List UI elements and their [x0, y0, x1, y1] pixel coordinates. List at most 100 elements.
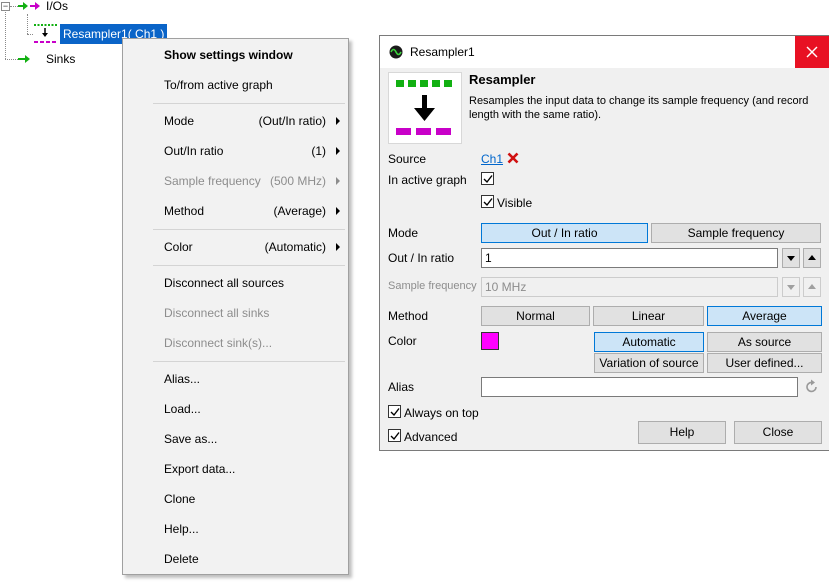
submenu-arrow-icon: [336, 207, 340, 215]
tree-line: [27, 14, 28, 34]
method-label: Method: [388, 309, 429, 323]
menu-item-value: (Out/In ratio): [258, 114, 326, 128]
close-window-button[interactable]: [795, 36, 829, 68]
menu-item-save-as[interactable]: Save as...: [123, 426, 348, 452]
method-average-button[interactable]: Average: [707, 306, 822, 326]
menu-separator: [153, 103, 345, 104]
component-heading: Resampler: [469, 72, 536, 87]
help-button[interactable]: Help: [638, 421, 726, 444]
menu-item-ratio[interactable]: Out/In ratio (1): [123, 138, 348, 164]
sample-frequency-input: 10 MHz: [481, 277, 778, 297]
tree-line: [5, 59, 18, 60]
alias-label: Alias: [388, 380, 415, 394]
menu-item-mode[interactable]: Mode (Out/In ratio): [123, 108, 348, 134]
menu-item-label: Delete: [164, 552, 199, 566]
menu-item-method[interactable]: Method (Average): [123, 198, 348, 224]
mode-ratio-button[interactable]: Out / In ratio: [481, 223, 648, 243]
method-normal-button[interactable]: Normal: [481, 306, 590, 326]
mode-sample-frequency-button[interactable]: Sample frequency: [651, 223, 821, 243]
submenu-arrow-icon: [336, 147, 340, 155]
method-linear-button[interactable]: Linear: [593, 306, 704, 326]
tree-node-label: I/Os: [46, 0, 69, 13]
menu-item-export-data[interactable]: Export data...: [123, 456, 348, 482]
menu-item-label: Out/In ratio: [164, 144, 224, 158]
chevron-down-icon: [787, 285, 795, 290]
menu-item-disconnect-sinks: Disconnect all sinks: [123, 300, 348, 326]
menu-item-label: Export data...: [164, 462, 236, 476]
always-on-top-label: Always on top: [404, 406, 479, 420]
advanced-checkbox[interactable]: [388, 429, 401, 442]
tree-line: [5, 12, 6, 59]
collapse-toggle[interactable]: −: [1, 2, 10, 11]
menu-item-label: Clone: [164, 492, 196, 506]
menu-item-value: (Automatic): [264, 240, 326, 254]
submenu-arrow-icon: [336, 243, 340, 251]
sample-frequency-decrement-button: [782, 277, 800, 297]
color-automatic-button[interactable]: Automatic: [594, 332, 704, 352]
menu-item-to-from-graph[interactable]: To/from active graph: [123, 72, 348, 98]
menu-item-label: Save as...: [164, 432, 218, 446]
menu-item-label: Method: [164, 204, 205, 218]
menu-item-color[interactable]: Color (Automatic): [123, 234, 348, 260]
menu-item-value: (Average): [273, 204, 326, 218]
color-label: Color: [388, 334, 417, 348]
ratio-decrement-button[interactable]: [782, 248, 800, 268]
menu-item-label: Mode: [164, 114, 195, 128]
dialog-title: Resampler1: [410, 45, 475, 59]
close-button[interactable]: Close: [734, 421, 822, 444]
menu-item-label: Show settings window: [164, 48, 293, 62]
menu-item-delete[interactable]: Delete: [123, 546, 348, 572]
source-link[interactable]: Ch1: [481, 152, 503, 166]
color-swatch[interactable]: [481, 332, 499, 350]
ratio-input[interactable]: 1: [481, 248, 778, 268]
always-on-top-checkbox[interactable]: [388, 405, 401, 418]
sink-arrow-icon: [18, 55, 30, 63]
remove-source-icon[interactable]: [507, 152, 519, 164]
color-user-defined-button[interactable]: User defined...: [707, 353, 822, 373]
menu-item-value: (500 MHz): [269, 174, 326, 188]
in-active-graph-label: In active graph: [388, 173, 467, 187]
color-as-source-button[interactable]: As source: [707, 332, 822, 352]
submenu-arrow-icon: [336, 177, 340, 185]
menu-item-label: Disconnect all sinks: [164, 306, 270, 320]
alias-input[interactable]: [481, 377, 798, 397]
title-bar[interactable]: Resampler1: [380, 36, 829, 68]
menu-item-help[interactable]: Help...: [123, 516, 348, 542]
menu-item-value: (1): [311, 144, 326, 158]
submenu-arrow-icon: [336, 117, 340, 125]
mode-label: Mode: [388, 226, 419, 240]
close-icon: [806, 46, 818, 58]
reset-alias-icon[interactable]: [803, 378, 821, 396]
menu-separator: [153, 361, 345, 362]
menu-item-label: Help...: [164, 522, 199, 536]
menu-item-alias[interactable]: Alias...: [123, 366, 348, 392]
sample-frequency-increment-button: [803, 277, 821, 297]
chevron-up-icon: [808, 284, 816, 289]
tree-node-label: Sinks: [46, 52, 76, 66]
in-active-graph-checkbox[interactable]: [481, 172, 494, 185]
menu-item-label: Disconnect all sources: [164, 276, 285, 290]
checkmark-icon: [483, 198, 493, 207]
checkmark-icon: [390, 408, 400, 417]
tree-line: [10, 6, 18, 7]
menu-item-label: Color: [164, 240, 193, 254]
menu-item-show-settings[interactable]: Show settings window: [123, 42, 348, 68]
menu-item-load[interactable]: Load...: [123, 396, 348, 422]
menu-item-clone[interactable]: Clone: [123, 486, 348, 512]
visible-checkbox[interactable]: [481, 195, 494, 208]
checkmark-icon: [390, 432, 400, 441]
color-variation-button[interactable]: Variation of source: [594, 353, 704, 373]
menu-item-label: Sample frequency: [164, 174, 261, 188]
ratio-increment-button[interactable]: [803, 248, 821, 268]
menu-item-label: Disconnect sink(s)...: [164, 336, 273, 350]
menu-item-label: Load...: [164, 402, 201, 416]
source-label: Source: [388, 152, 427, 166]
visible-label: Visible: [497, 196, 533, 210]
chevron-up-icon: [808, 255, 816, 260]
app-icon: [389, 45, 403, 59]
menu-separator: [153, 265, 345, 266]
component-description: Resamples the input data to change its s…: [469, 95, 809, 121]
menu-item-disconnect-sources[interactable]: Disconnect all sources: [123, 270, 348, 296]
menu-item-label: Alias...: [164, 372, 201, 386]
io-arrows-icon: [18, 2, 40, 10]
